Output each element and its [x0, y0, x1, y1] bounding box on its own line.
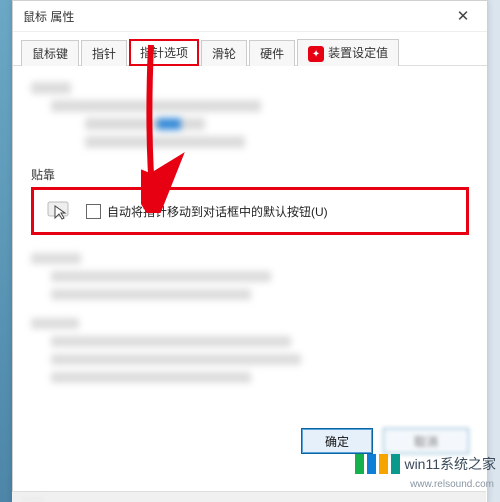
desktop-left-strip [0, 0, 12, 502]
snap-to-checkbox-label: 自动将指针移动到对话框中的默认按钮(U) [107, 203, 328, 220]
watermark-url: www.relsound.com [410, 479, 494, 490]
tab-device-settings[interactable]: ✦装置设定值 [297, 39, 399, 66]
snap-to-section-label: 贴靠 [31, 166, 469, 183]
snap-to-checkbox-wrap[interactable]: 自动将指针移动到对话框中的默认按钮(U) [86, 203, 328, 220]
window-title: 鼠标 属性 [23, 8, 74, 25]
visibility-group2-blurred [31, 318, 469, 383]
visibility-group-blurred [31, 253, 469, 300]
tab-strip: 鼠标键 指针 指针选项 滑轮 硬件 ✦装置设定值 [13, 32, 487, 66]
snap-to-checkbox[interactable] [86, 204, 101, 219]
snap-to-cursor-icon [46, 200, 74, 222]
titlebar: 鼠标 属性 ✕ [13, 1, 487, 32]
ok-button[interactable]: 确定 [301, 428, 373, 454]
footer-blurred-text: ······ [22, 494, 44, 502]
tab-pointers[interactable]: 指针 [81, 40, 127, 66]
watermark: win11系统之家 [355, 454, 496, 474]
watermark-bars-icon [355, 454, 400, 474]
motion-group-blurred [31, 82, 469, 148]
close-icon: ✕ [457, 7, 470, 25]
tab-hardware[interactable]: 硬件 [249, 40, 295, 66]
dialog-button-row: 确定 取消 [301, 428, 469, 454]
watermark-text: win11系统之家 [404, 454, 496, 474]
snap-to-group: 自动将指针移动到对话框中的默认按钮(U) [31, 187, 469, 235]
tab-pointer-options[interactable]: 指针选项 [129, 39, 199, 66]
cancel-button[interactable]: 取消 [383, 428, 469, 454]
close-button[interactable]: ✕ [443, 2, 483, 30]
dialog-content: 贴靠 自动将指针移动到对话框中的默认按钮(U) [13, 66, 487, 466]
tab-buttons[interactable]: 鼠标键 [21, 40, 79, 66]
taskbar-peek [12, 491, 486, 502]
tab-wheel[interactable]: 滑轮 [201, 40, 247, 66]
mouse-properties-dialog: 鼠标 属性 ✕ 鼠标键 指针 指针选项 滑轮 硬件 ✦装置设定值 贴靠 [12, 0, 488, 502]
trend-icon: ✦ [308, 46, 324, 62]
